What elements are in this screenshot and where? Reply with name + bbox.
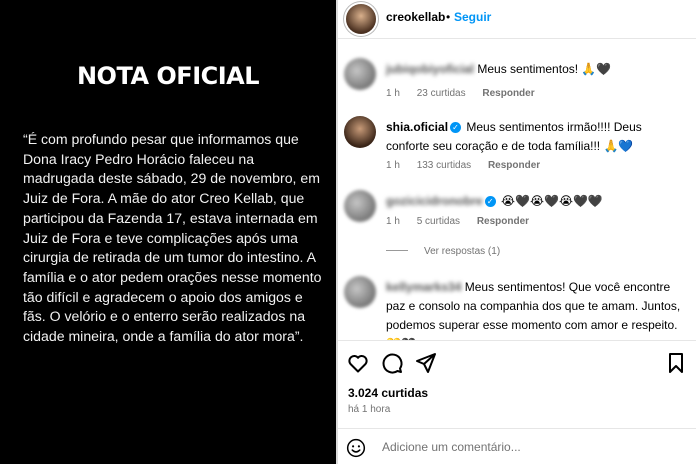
post-username[interactable]: creokellab [386,10,445,24]
instagram-post-panel: creokellab • Seguir jubiqobiyoficial Meu… [338,0,696,464]
comment-username[interactable]: gozicicidronobre [386,194,483,208]
comment-icon[interactable] [380,351,404,375]
reply-button[interactable]: Responder [482,88,534,99]
comment-time: 1 h [386,216,400,227]
comment-body: gozicicidronobre ✓ 😭🖤😭🖤😭🖤🖤 [386,192,686,211]
comment-body: jubiqobiyoficial Meus sentimentos! 🙏🖤 [386,60,686,79]
comment-body: kellymarks34 Meus sentimentos! Que você … [386,278,686,340]
official-note-panel: NOTA OFICIAL “É com profundo pesar que i… [0,0,336,464]
post-actions-bar [338,340,696,381]
verified-badge-icon: ✓ [450,122,462,133]
comment-meta: 1 h 133 curtidas Responder [386,160,554,171]
comment-body: shia.oficial ✓ Meus sentimentos irmão!!!!… [386,118,686,156]
likes-count[interactable]: 3.024 curtidas [348,386,428,400]
comment-username[interactable]: kellymarks34 [386,280,461,294]
bookmark-icon[interactable] [664,351,688,375]
add-comment-bar [338,428,696,465]
comment-time: 1 h [386,88,400,99]
replies-line [386,250,408,251]
avatar[interactable] [346,4,376,34]
comment-meta: 1 h 23 curtidas Responder [386,88,549,99]
heart-icon[interactable] [346,351,370,375]
avatar[interactable] [344,190,376,222]
avatar[interactable] [344,276,376,308]
comment-text: 😭🖤😭🖤😭🖤🖤 [501,194,603,208]
comment-likes[interactable]: 133 curtidas [417,160,471,171]
share-icon[interactable] [414,351,438,375]
avatar[interactable] [344,58,376,90]
comment-likes[interactable]: 23 curtidas [417,88,466,99]
avatar[interactable] [344,116,376,148]
smiley-icon[interactable] [346,438,366,458]
follow-button[interactable]: Seguir [454,10,491,24]
reply-button[interactable]: Responder [477,216,529,227]
comment-input[interactable] [380,435,684,459]
comment-likes[interactable]: 5 curtidas [417,216,460,227]
post-header: creokellab • Seguir [338,0,696,39]
post-time: há 1 hora [348,404,391,415]
view-replies-button[interactable]: Ver respostas (1) [386,246,500,257]
note-text: “É com profundo pesar que informamos que… [23,131,322,345]
note-title: NOTA OFICIAL [76,62,260,90]
comment-text: Meus sentimentos! 🙏🖤 [477,62,612,76]
separator-dot: • [446,10,451,24]
verified-badge-icon: ✓ [484,196,496,207]
comment-username[interactable]: jubiqobiyoficial [386,62,474,76]
comment-time: 1 h [386,160,400,171]
comment-meta: 1 h 5 curtidas Responder [386,216,543,227]
comment-username[interactable]: shia.oficial [386,120,448,134]
comments-list: jubiqobiyoficial Meus sentimentos! 🙏🖤 1 … [338,40,696,340]
view-replies-label: Ver respostas (1) [424,246,501,257]
reply-button[interactable]: Responder [488,160,540,171]
